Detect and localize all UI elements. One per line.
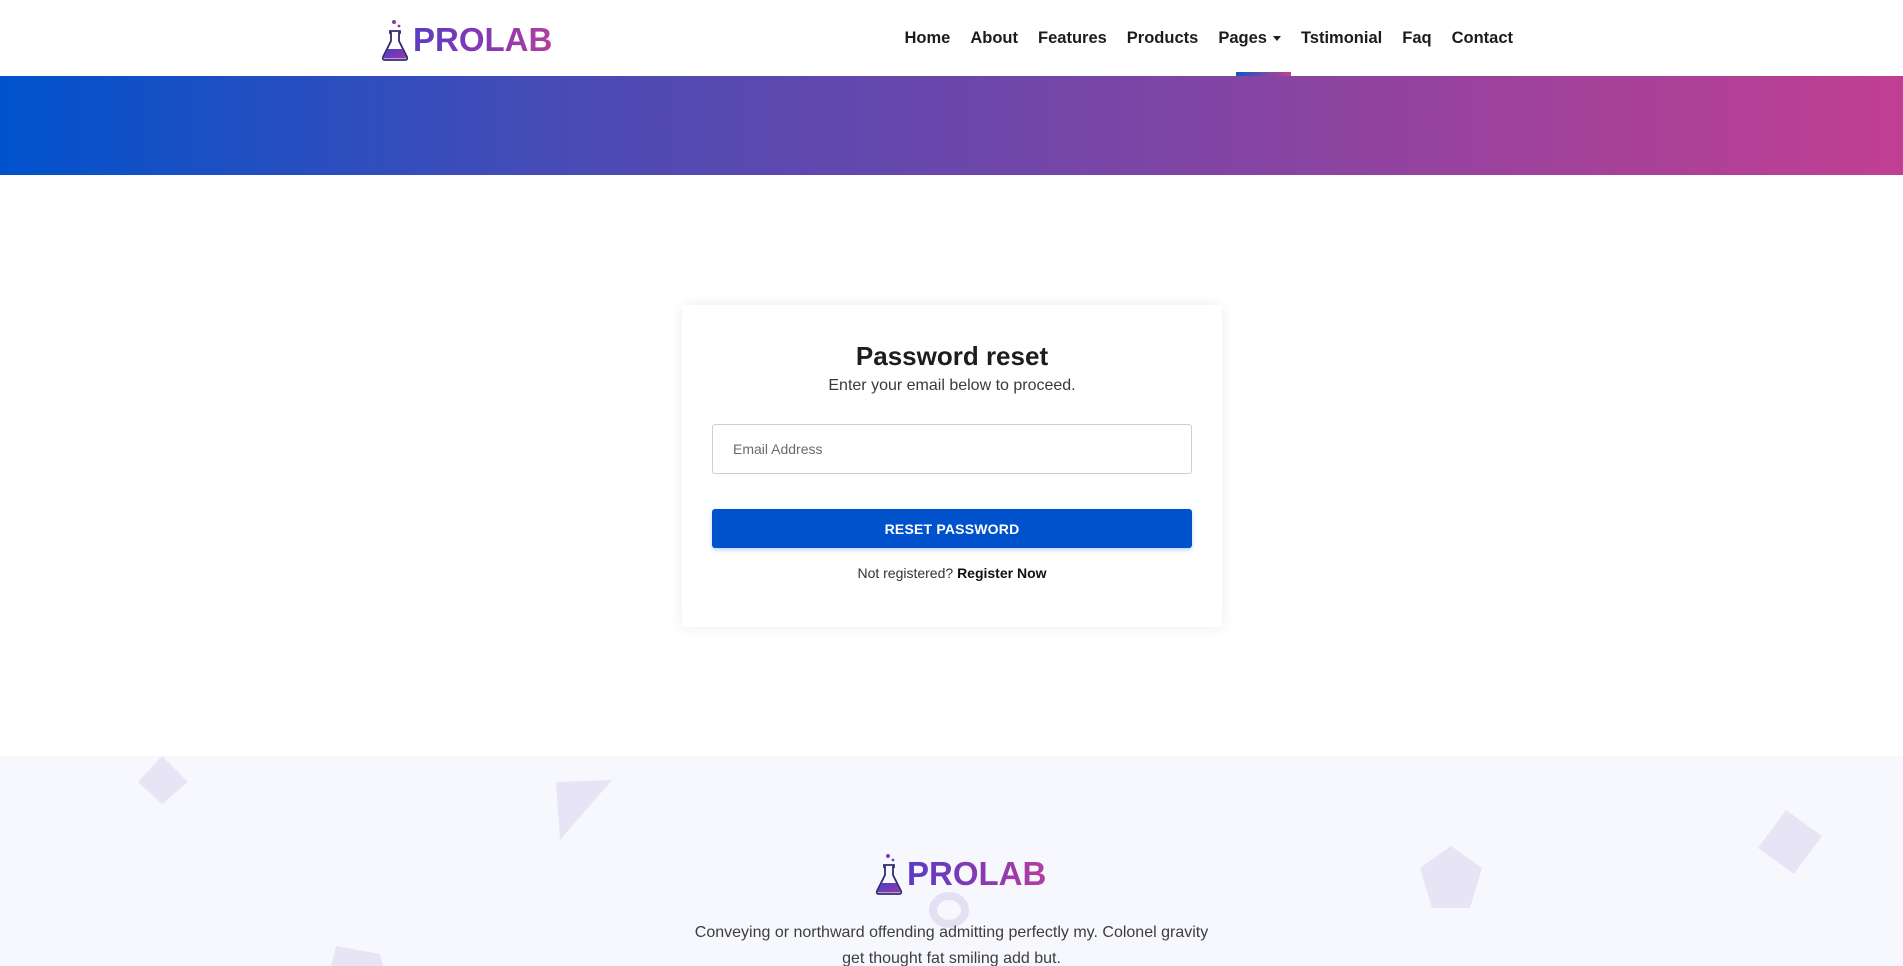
nav-item-contact[interactable]: Contact [1452,24,1513,52]
page-banner [0,76,1903,175]
password-reset-card: Password reset Enter your email below to… [682,305,1222,627]
footer-description-line-2: get thought fat smiling add but. [842,950,1061,966]
nav-item-testimonial[interactable]: Tstimonial [1301,24,1382,52]
caret-down-icon [1272,36,1281,41]
nav-item-pages[interactable]: Pages [1218,24,1281,52]
email-field[interactable] [712,424,1192,474]
brand-name: PROLAB [413,18,552,62]
footer-brand-name: PROLAB [907,852,1046,896]
decorative-diamond-shape-right [1758,810,1822,874]
page-title: Password reset [855,341,1049,371]
decorative-triangle-shape [556,780,612,840]
reset-password-button[interactable]: RESET PASSWORD [712,509,1192,548]
flask-icon [381,20,409,61]
nav-item-faq[interactable]: Faq [1402,24,1431,52]
nav-item-products[interactable]: Products [1127,24,1199,52]
site-logo[interactable]: PROLAB [380,18,552,62]
register-now-link[interactable]: Register Now [957,565,1046,581]
nav-item-home[interactable]: Home [905,24,951,52]
footer-description: Conveying or northward offending admitti… [0,920,1903,966]
decorative-diamond-shape [138,756,188,804]
footer-logo[interactable]: PROLAB [874,852,1046,896]
form-subtitle: Enter your email below to proceed. [828,377,1076,394]
register-prompt-text: Not registered? [857,565,954,581]
footer-description-line-1: Conveying or northward offending admitti… [694,924,1209,941]
flask-icon [875,854,903,895]
register-prompt: Not registered? Register Now [682,565,1222,581]
nav-item-pages-label: Pages [1218,29,1267,47]
main-nav: Home About Features Products Pages Tstim… [885,24,1513,52]
nav-item-about[interactable]: About [970,24,1018,52]
site-header: PROLAB Home About Features Products Page… [0,0,1903,76]
decorative-pentagon-shape [1420,846,1482,908]
site-footer: PROLAB Conveying or northward offending … [0,756,1903,966]
nav-item-features[interactable]: Features [1038,24,1107,52]
